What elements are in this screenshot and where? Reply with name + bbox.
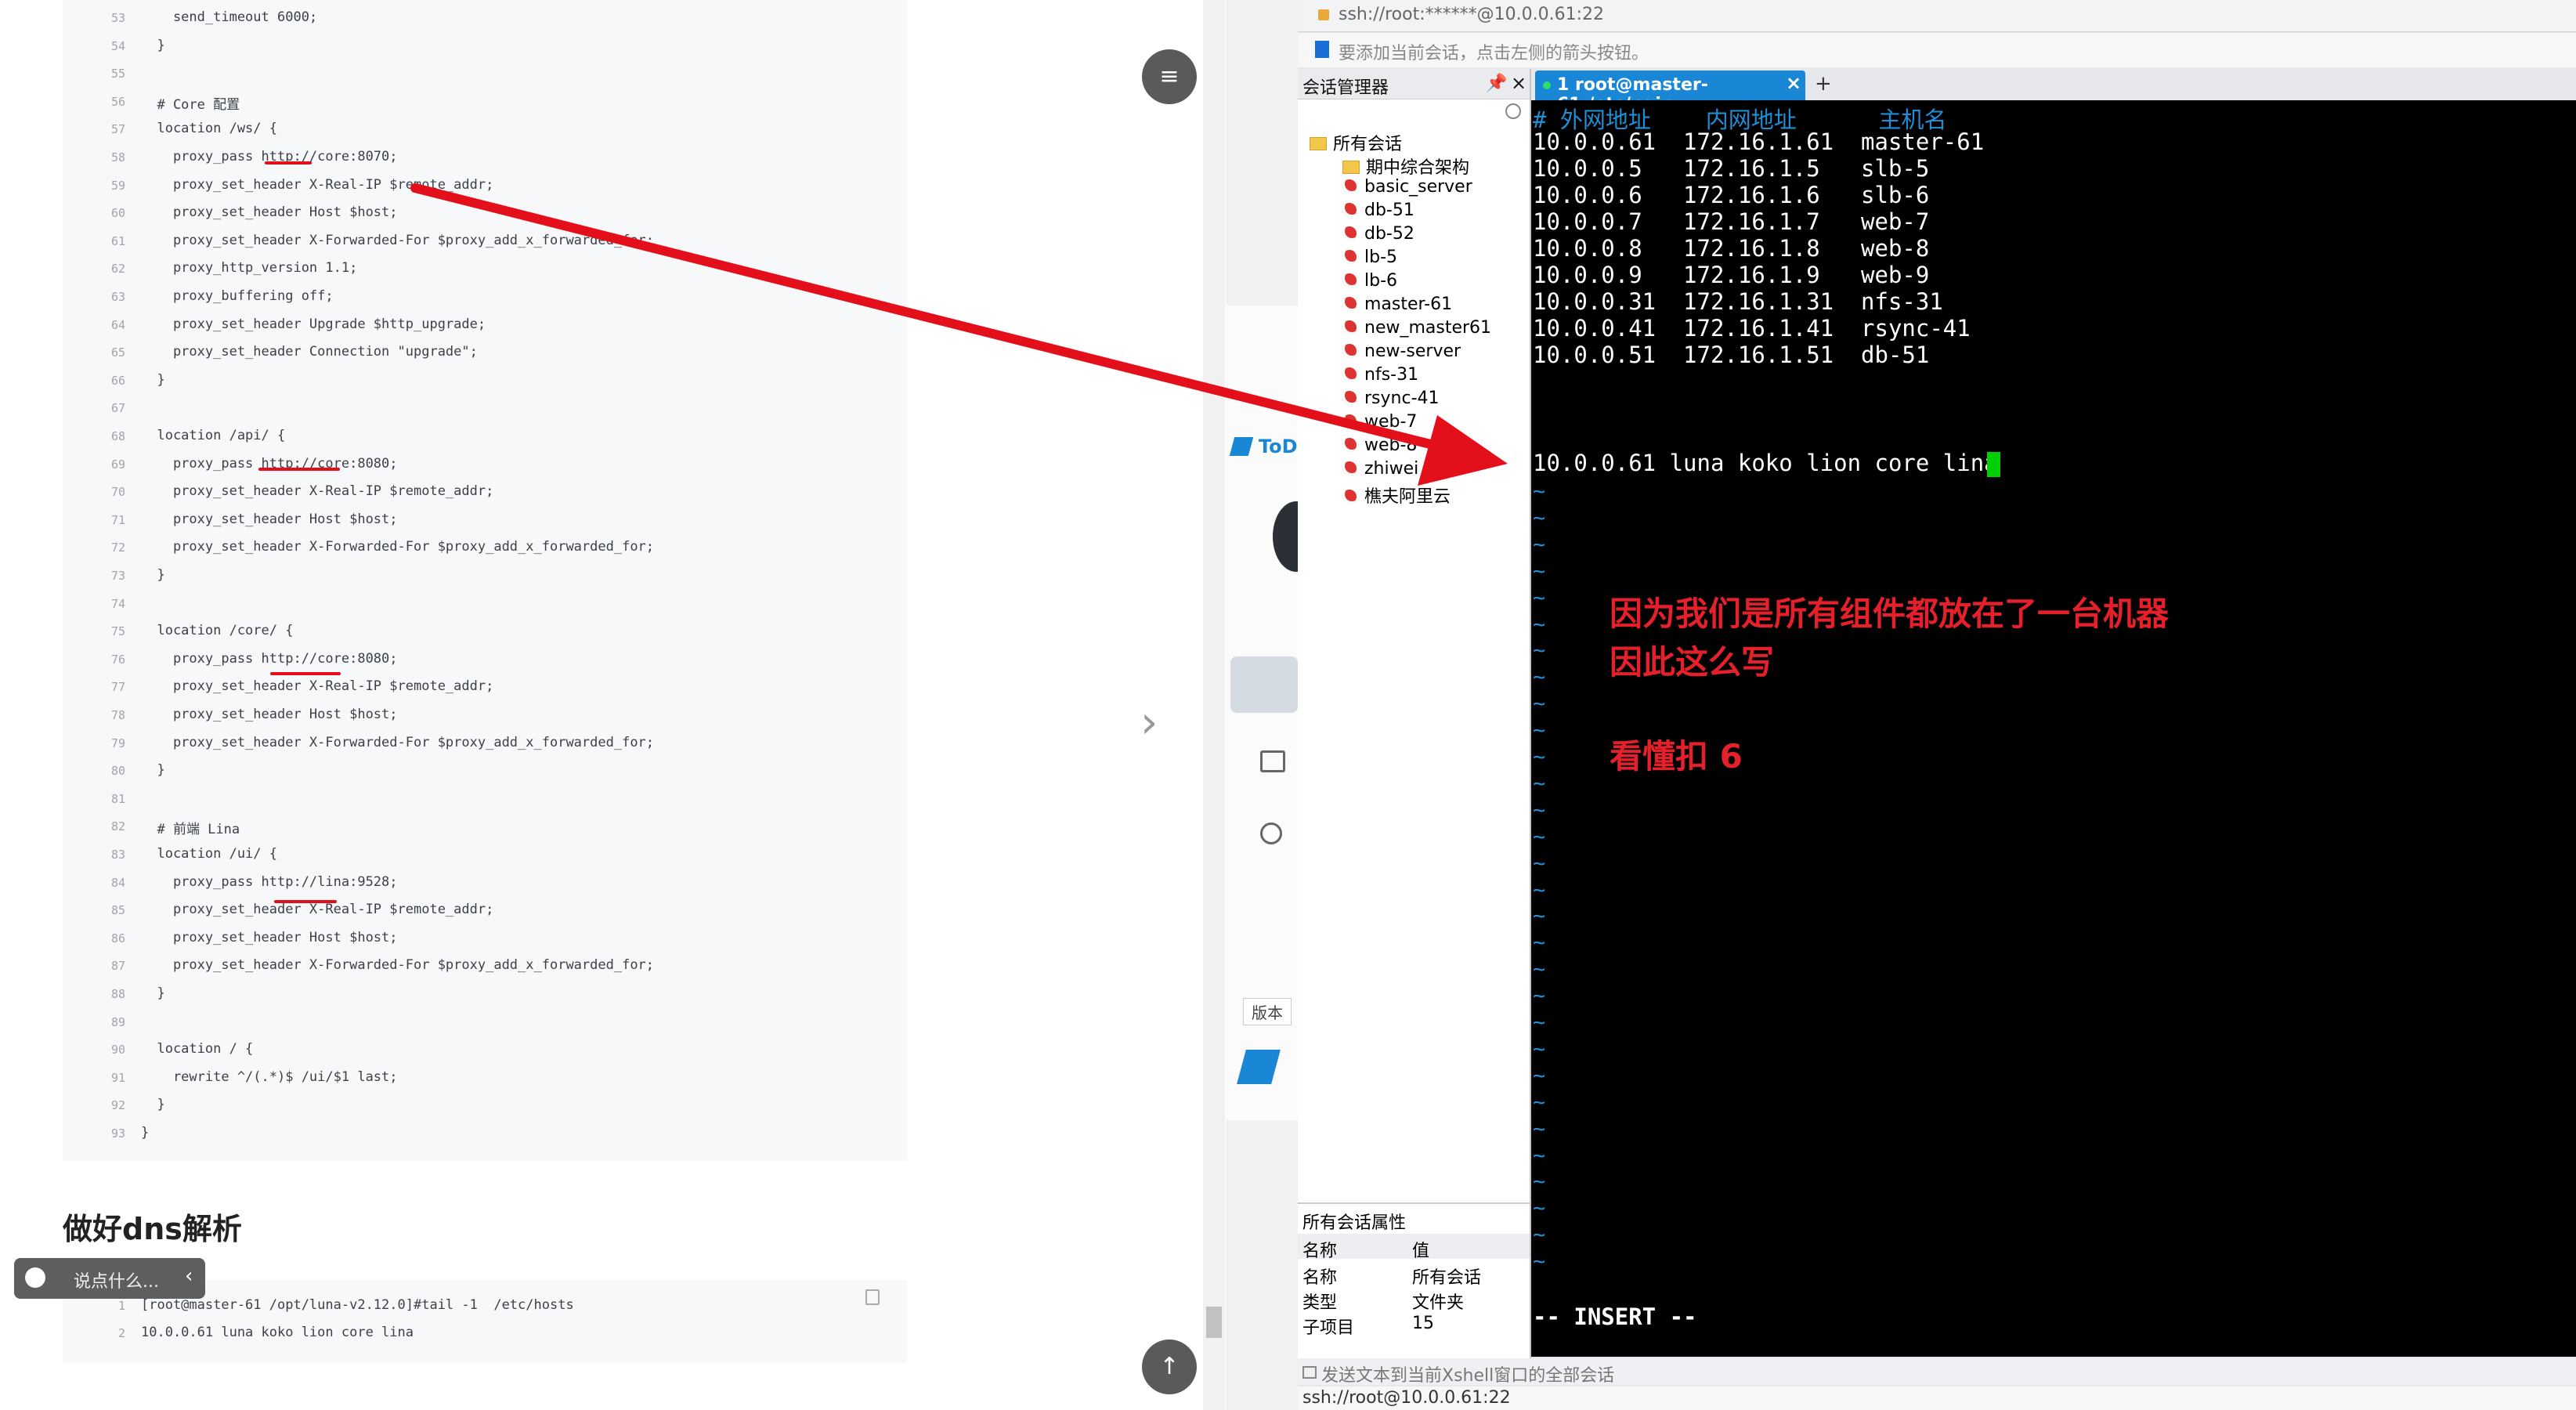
annotation-arrow (410, 183, 1508, 486)
